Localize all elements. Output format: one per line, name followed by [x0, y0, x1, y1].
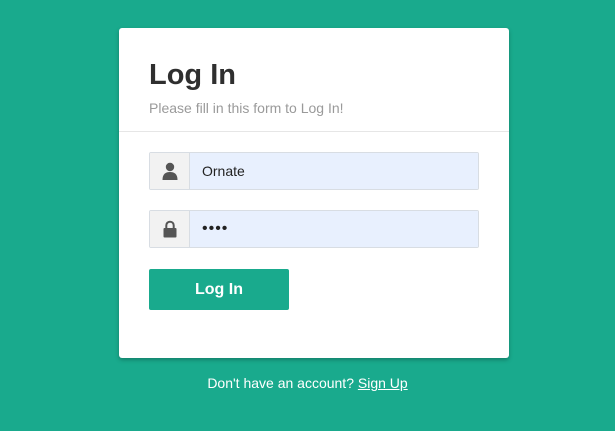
login-header: Log In Please fill in this form to Log I… — [119, 28, 509, 132]
user-icon — [150, 153, 190, 189]
login-card: Log In Please fill in this form to Log I… — [119, 28, 509, 358]
password-input[interactable] — [190, 211, 478, 247]
page-subtitle: Please fill in this form to Log In! — [149, 100, 344, 116]
username-group — [149, 152, 479, 190]
login-button[interactable]: Log In — [149, 269, 289, 310]
login-form: Log In — [119, 132, 509, 310]
username-input[interactable] — [190, 153, 478, 189]
page-title: Log In — [149, 59, 236, 91]
password-group — [149, 210, 479, 248]
lock-icon — [150, 211, 190, 247]
signup-prompt: Don't have an account? Sign Up — [0, 375, 615, 391]
signup-link[interactable]: Sign Up — [358, 375, 408, 391]
signup-text: Don't have an account? — [207, 375, 354, 391]
